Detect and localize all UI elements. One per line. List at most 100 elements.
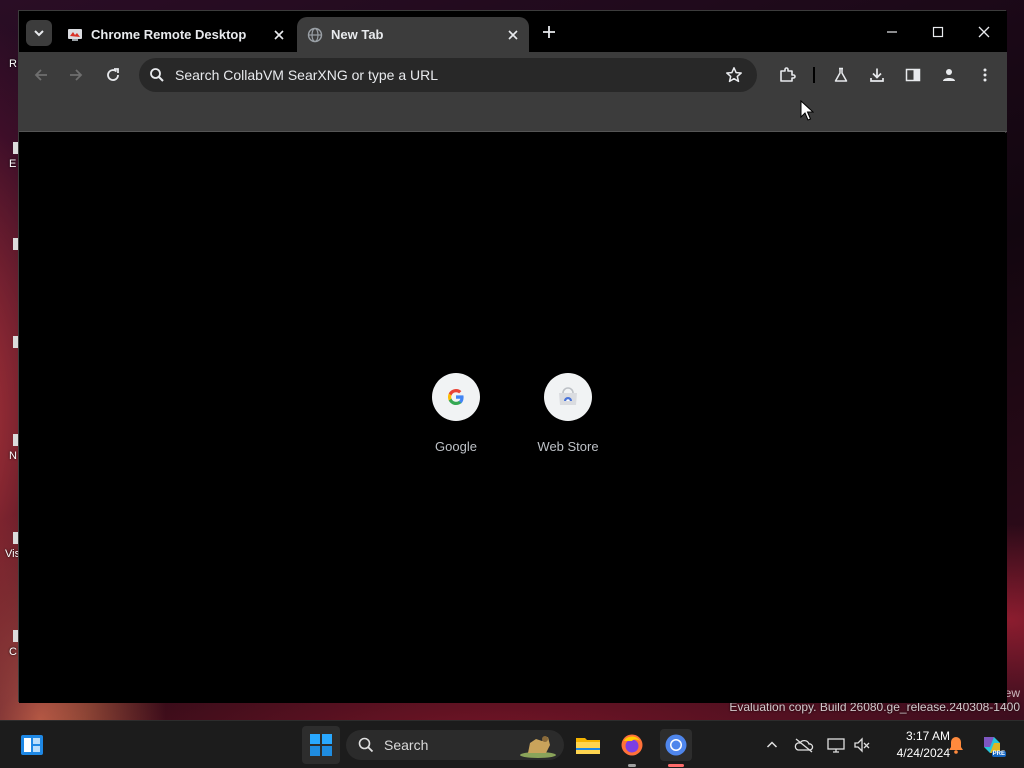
widgets-button[interactable] [16, 729, 48, 761]
chrome-button[interactable] [660, 729, 692, 767]
plus-icon [543, 26, 555, 38]
desktop-icon-label: C [9, 646, 17, 658]
shortcut-label: Web Store [537, 439, 599, 454]
mouse-cursor-icon [800, 100, 814, 121]
profile-button[interactable] [939, 65, 959, 85]
shortcut-google[interactable]: Google [400, 373, 512, 454]
tab-strip: Chrome Remote Desktop New Tab [19, 11, 1007, 52]
chevron-up-icon [766, 741, 778, 748]
running-indicator [668, 764, 684, 767]
google-g-icon [448, 389, 464, 405]
tab-title: New Tab [331, 27, 384, 42]
desktop-icon[interactable]: Vis [0, 532, 21, 578]
forward-icon [70, 69, 83, 81]
labs-flask-icon [834, 67, 848, 82]
side-panel-button[interactable] [903, 65, 923, 85]
minimize-button[interactable] [881, 21, 903, 43]
running-indicator [628, 764, 636, 767]
desktop-icon-label: Vis [5, 548, 21, 560]
tab-title: Chrome Remote Desktop [91, 27, 247, 42]
desktop-icon-label: R [9, 58, 17, 70]
onedrive-offline-icon [794, 738, 814, 753]
start-icon [310, 734, 332, 756]
chrome-web-store-icon [559, 387, 577, 405]
taskbar-search-label: Search [384, 737, 429, 753]
file-explorer-button[interactable] [572, 729, 604, 761]
address-bar-placeholder: Search CollabVM SearXNG or type a URL [175, 67, 438, 83]
close-tab-button[interactable] [271, 27, 287, 43]
toolbar-separator [813, 67, 815, 83]
copilot-button[interactable]: PRE [980, 733, 1006, 757]
maximize-button[interactable] [927, 21, 949, 43]
taskbar: Search 3:17 AM 4/24/2024 PRE [0, 720, 1024, 768]
show-hidden-icons-button[interactable] [762, 735, 782, 755]
tab-chrome-remote-desktop[interactable]: Chrome Remote Desktop [57, 17, 295, 52]
firefox-button[interactable] [616, 729, 648, 767]
shortcut-label: Google [435, 439, 477, 454]
menu-kebab-icon [983, 68, 987, 82]
tab-search-button[interactable] [26, 20, 52, 46]
browser-toolbar: Search CollabVM SearXNG or type a URL [19, 52, 1007, 98]
minimize-icon [887, 31, 897, 33]
desktop-icon[interactable]: C [0, 630, 18, 676]
network-volume-icon [854, 737, 870, 753]
start-button[interactable] [302, 726, 340, 764]
chrome-remote-desktop-icon [68, 28, 82, 41]
desktop-icon[interactable]: R [0, 58, 18, 104]
labs-button[interactable] [831, 65, 851, 85]
desktop-icon-label: N [9, 450, 17, 462]
extensions-icon [780, 67, 796, 82]
browser-window: Chrome Remote Desktop New Tab Search Col… [18, 10, 1007, 703]
profile-icon [943, 69, 955, 81]
notifications-button[interactable] [946, 735, 966, 755]
preview-badge: PRE [991, 751, 1006, 757]
close-icon [274, 29, 284, 40]
system-clock[interactable]: 3:17 AM 4/24/2024 [874, 728, 950, 762]
side-panel-icon [905, 68, 921, 82]
search-icon [150, 68, 164, 82]
maximize-icon [932, 26, 944, 38]
close-tab-button[interactable] [505, 27, 521, 43]
reload-button[interactable] [103, 65, 123, 85]
desktop-icon[interactable]: N [0, 434, 18, 480]
globe-icon [307, 27, 323, 42]
desktop-icon[interactable] [0, 336, 18, 382]
close-icon [978, 26, 990, 38]
notification-bell-icon [949, 737, 963, 754]
back-button[interactable] [31, 65, 51, 85]
reload-icon [107, 68, 119, 81]
download-icon [870, 68, 884, 82]
shortcut-web-store[interactable]: Web Store [512, 373, 624, 454]
close-window-button[interactable] [973, 21, 995, 43]
clock-date: 4/24/2024 [896, 746, 950, 760]
display-button[interactable] [826, 735, 846, 755]
widgets-icon [21, 735, 43, 755]
display-icon [827, 738, 845, 753]
downloads-button[interactable] [867, 65, 887, 85]
desktop-icon-label: E [9, 158, 17, 170]
new-tab-page: Google Web Store [19, 133, 1007, 703]
tab-new-tab[interactable]: New Tab [297, 17, 529, 52]
chevron-down-icon [34, 30, 44, 37]
bookmark-star-icon[interactable] [725, 66, 743, 84]
desktop-icon[interactable] [0, 238, 18, 284]
menu-button[interactable] [975, 65, 995, 85]
search-icon [358, 737, 374, 753]
back-icon [34, 69, 47, 81]
new-tab-button[interactable] [540, 23, 558, 41]
forward-button[interactable] [66, 65, 86, 85]
bookmark-bar [19, 98, 1007, 132]
firefox-icon [621, 734, 643, 756]
address-bar[interactable]: Search CollabVM SearXNG or type a URL [139, 58, 757, 92]
search-highlight-icon [520, 736, 556, 758]
shortcut-tile [544, 373, 592, 421]
onedrive-button[interactable] [794, 735, 814, 755]
clock-time: 3:17 AM [905, 729, 950, 743]
network-volume-button[interactable] [852, 735, 872, 755]
extensions-button[interactable] [777, 65, 797, 85]
chrome-icon [665, 734, 687, 756]
desktop-icon[interactable]: E [0, 142, 18, 188]
taskbar-search-box[interactable]: Search [346, 730, 564, 760]
file-explorer-icon [576, 738, 600, 754]
close-icon [508, 29, 518, 40]
